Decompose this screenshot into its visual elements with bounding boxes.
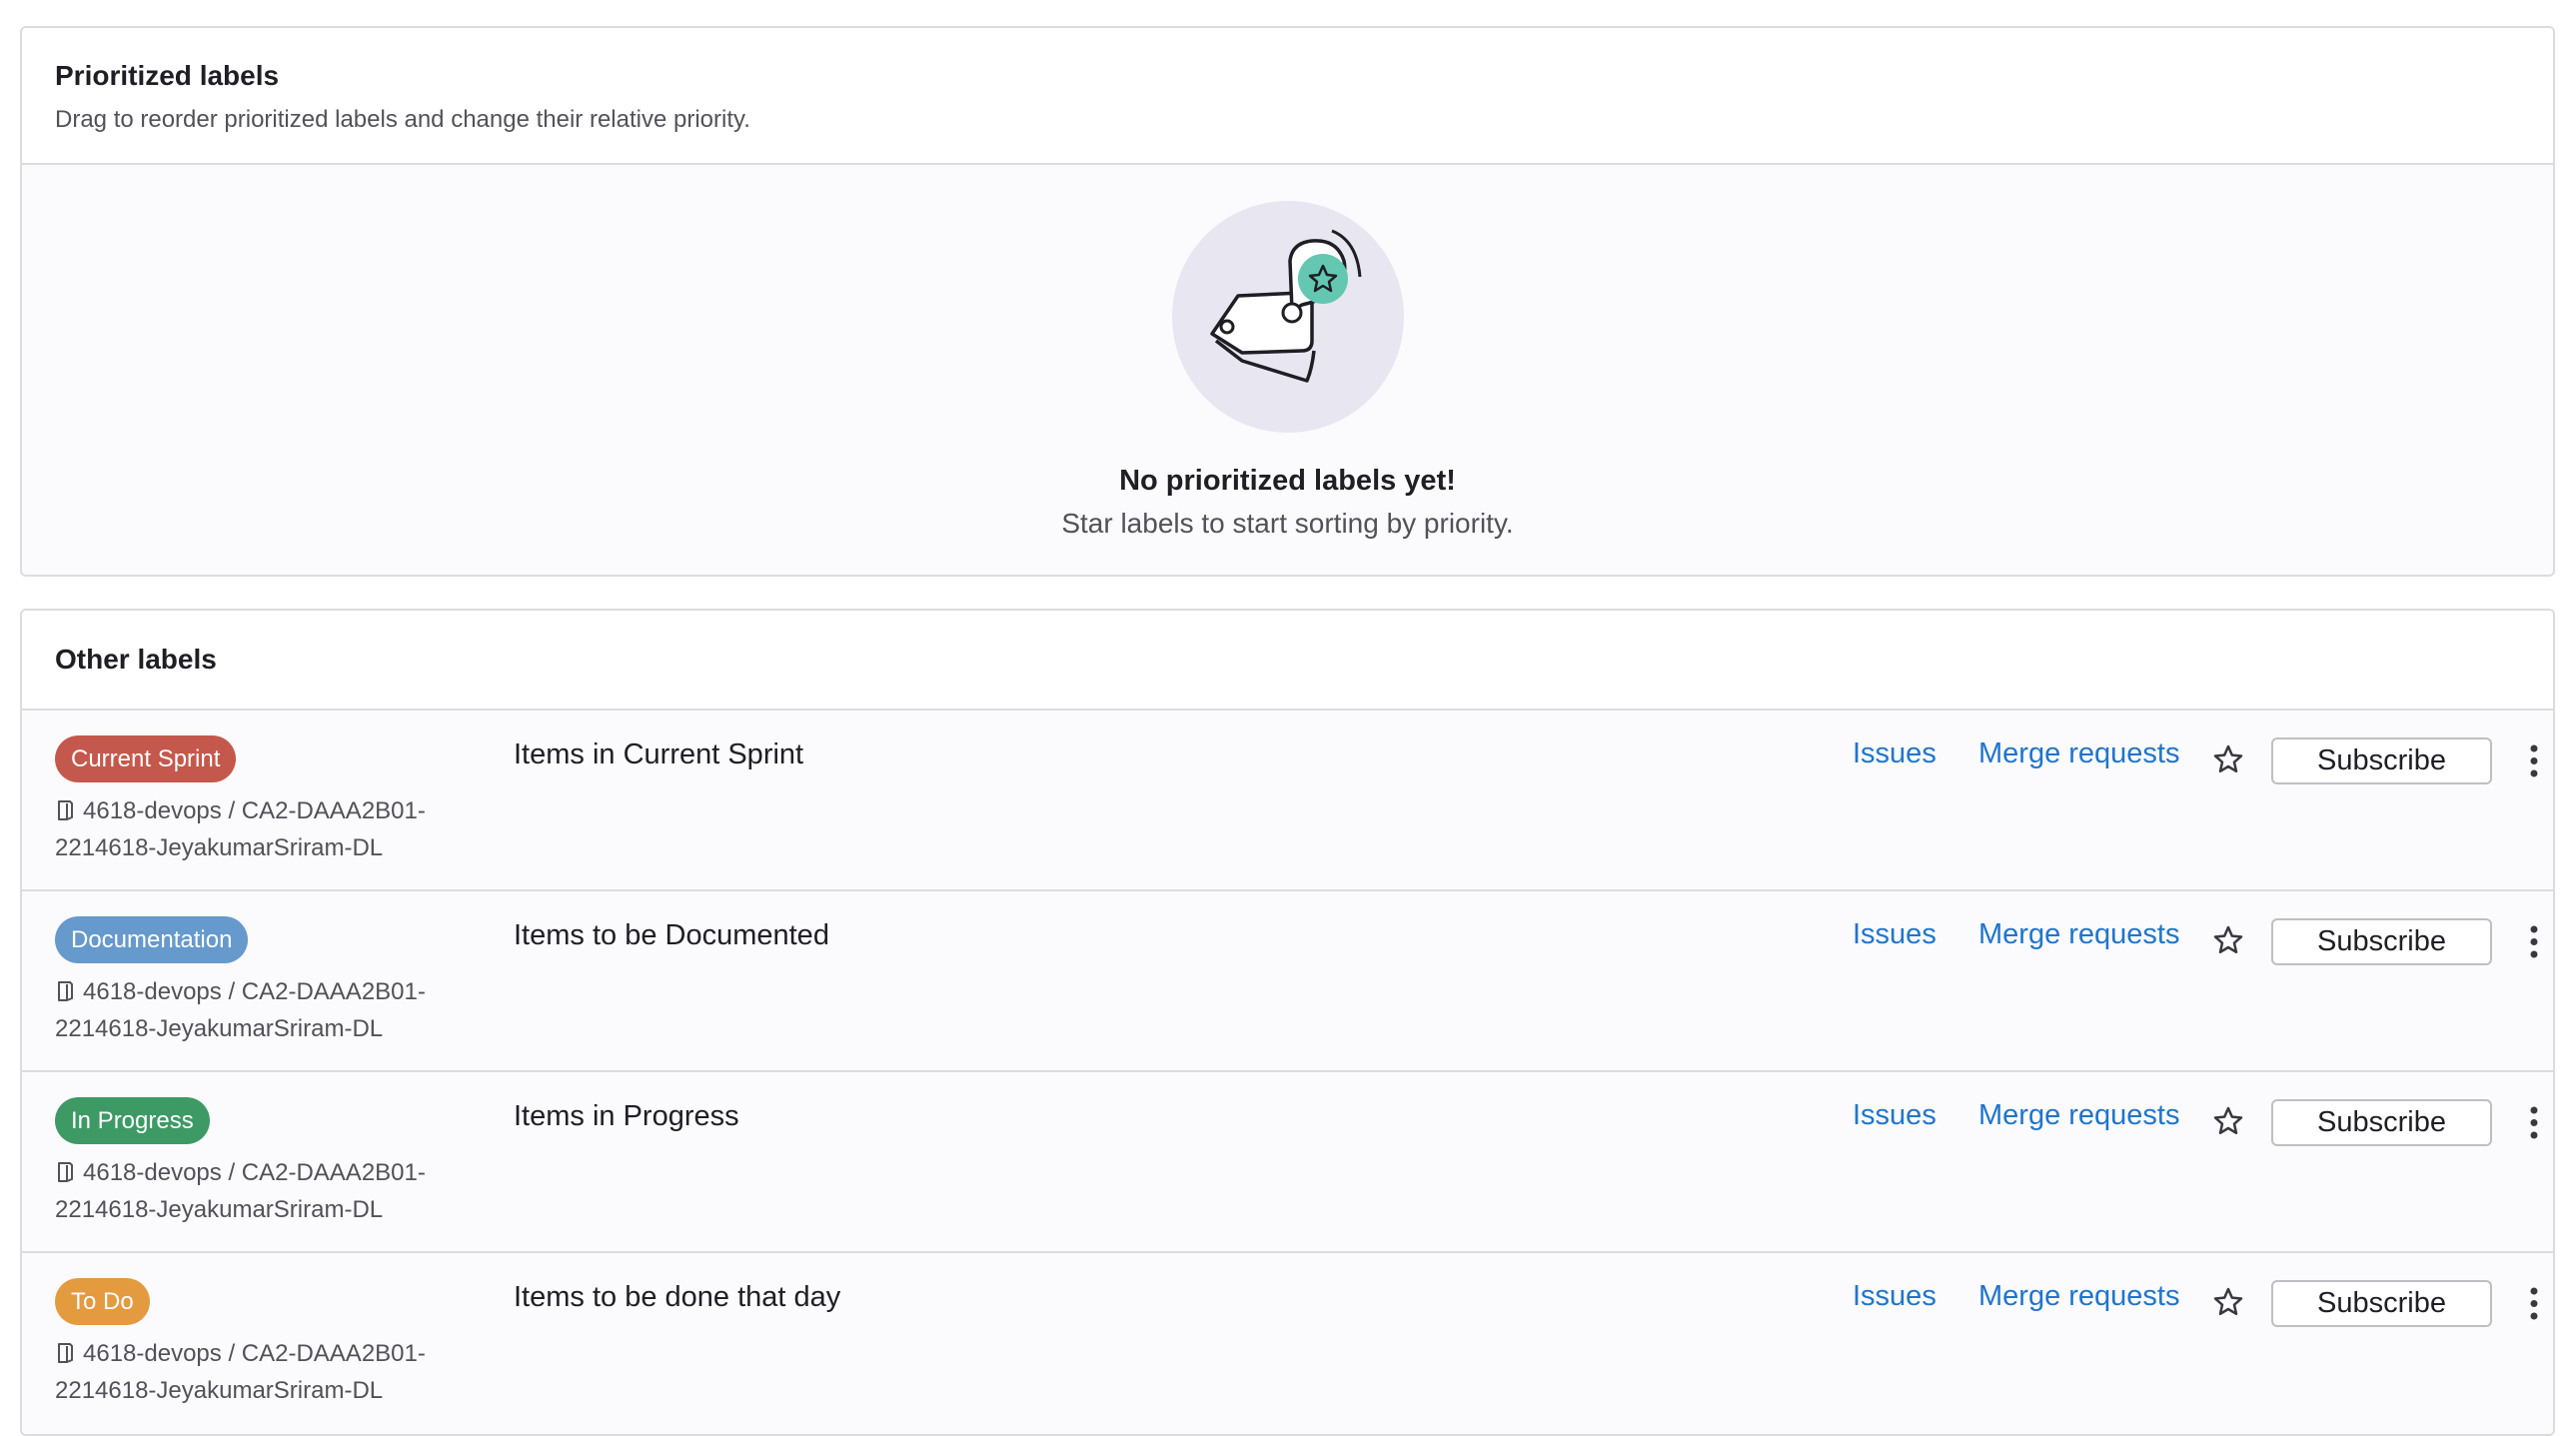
- other-labels-title: Other labels: [55, 644, 217, 675]
- label-project-path: 4618-devops / CA2-DAAA2B01-2214618-Jeyak…: [55, 973, 495, 1047]
- prioritized-empty-state: No prioritized labels yet! Star labels t…: [22, 165, 2553, 575]
- label-path-text: 4618-devops / CA2-DAAA2B01-2214618-Jeyak…: [55, 978, 426, 1042]
- issues-link[interactable]: Issues: [1853, 1280, 1936, 1313]
- other-labels-card: Other labels Current Sprint 4618-devops …: [20, 609, 2555, 1436]
- repository-icon: [58, 1162, 73, 1182]
- ellipsis-vertical-icon[interactable]: [2520, 918, 2548, 965]
- subscribe-button[interactable]: Subscribe: [2271, 918, 2492, 965]
- label-path-text: 4618-devops / CA2-DAAA2B01-2214618-Jeyak…: [55, 797, 426, 861]
- label-description: Items to be Documented: [514, 919, 829, 951]
- star-outline-icon[interactable]: [2210, 1103, 2246, 1139]
- prioritized-labels-card: Prioritized labels Drag to reorder prior…: [20, 26, 2555, 577]
- issues-link[interactable]: Issues: [1853, 918, 1936, 951]
- merge-requests-link[interactable]: Merge requests: [1978, 1280, 2180, 1313]
- label-path-text: 4618-devops / CA2-DAAA2B01-2214618-Jeyak…: [55, 1340, 426, 1404]
- star-outline-icon[interactable]: [2210, 922, 2246, 958]
- label-pill[interactable]: Current Sprint: [55, 735, 237, 782]
- prioritized-labels-subtitle: Drag to reorder prioritized labels and c…: [55, 106, 750, 133]
- label-description: Items in Current Sprint: [514, 738, 804, 770]
- subscribe-button[interactable]: Subscribe: [2271, 1099, 2492, 1146]
- subscribe-button[interactable]: Subscribe: [2271, 1280, 2492, 1327]
- label-project-path: 4618-devops / CA2-DAAA2B01-2214618-Jeyak…: [55, 792, 495, 866]
- ellipsis-vertical-icon[interactable]: [2520, 1099, 2548, 1146]
- label-pill[interactable]: In Progress: [55, 1097, 210, 1144]
- repository-icon: [58, 1343, 73, 1363]
- label-pill[interactable]: To Do: [55, 1278, 150, 1325]
- subscribe-button[interactable]: Subscribe: [2271, 737, 2492, 784]
- label-project-path: 4618-devops / CA2-DAAA2B01-2214618-Jeyak…: [55, 1335, 495, 1409]
- label-row: In Progress 4618-devops / CA2-DAAA2B01-2…: [22, 1072, 2553, 1253]
- issues-link[interactable]: Issues: [1853, 737, 1936, 770]
- star-outline-icon[interactable]: [2210, 741, 2246, 777]
- label-row: Current Sprint 4618-devops / CA2-DAAA2B0…: [22, 711, 2553, 891]
- prioritized-labels-title: Prioritized labels: [55, 60, 280, 91]
- merge-requests-link[interactable]: Merge requests: [1978, 1099, 2180, 1132]
- ellipsis-vertical-icon[interactable]: [2520, 737, 2548, 784]
- label-description: Items to be done that day: [514, 1281, 841, 1313]
- label-row: Documentation 4618-devops / CA2-DAAA2B01…: [22, 891, 2553, 1072]
- repository-icon: [58, 981, 73, 1001]
- tag-with-star-illustration: [1171, 201, 1404, 433]
- empty-state-description: Star labels to start sorting by priority…: [1061, 508, 1514, 539]
- label-row: To Do 4618-devops / CA2-DAAA2B01-2214618…: [22, 1253, 2553, 1434]
- repository-icon: [58, 800, 73, 820]
- ellipsis-vertical-icon[interactable]: [2520, 1280, 2548, 1327]
- merge-requests-link[interactable]: Merge requests: [1978, 918, 2180, 951]
- label-path-text: 4618-devops / CA2-DAAA2B01-2214618-Jeyak…: [55, 1159, 426, 1223]
- label-project-path: 4618-devops / CA2-DAAA2B01-2214618-Jeyak…: [55, 1154, 495, 1228]
- label-description: Items in Progress: [514, 1100, 739, 1132]
- star-outline-icon[interactable]: [2210, 1284, 2246, 1320]
- empty-state-title: No prioritized labels yet!: [1119, 465, 1456, 497]
- merge-requests-link[interactable]: Merge requests: [1978, 737, 2180, 770]
- label-pill[interactable]: Documentation: [55, 916, 249, 963]
- issues-link[interactable]: Issues: [1853, 1099, 1936, 1132]
- prioritized-labels-header: Prioritized labels Drag to reorder prior…: [22, 28, 2553, 165]
- other-labels-header: Other labels: [22, 611, 2553, 711]
